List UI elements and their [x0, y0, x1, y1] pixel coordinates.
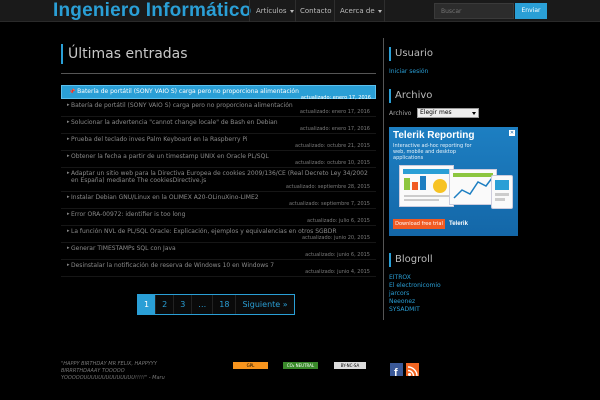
top-navbar: Ingeniero Informático Artículos Contacto…	[0, 0, 600, 22]
rss-icon[interactable]	[406, 363, 419, 377]
sidebar-blogroll-title: Blogroll	[389, 253, 433, 267]
post-date: actualizado: enero 17, 2016	[299, 126, 370, 132]
list-item[interactable]: Adaptar un sitio web para la Directiva E…	[61, 168, 376, 192]
nav-articulos-label: Artículos	[256, 7, 287, 15]
nav-acerca-de-label: Acerca de	[340, 7, 375, 15]
download-trial-button[interactable]: Download free trial	[393, 219, 445, 229]
ad-headline: Telerik Reporting	[393, 130, 475, 141]
chart-thumbnail-icon	[453, 173, 493, 199]
latest-posts-title: Últimas entradas	[61, 44, 188, 64]
next-page-button[interactable]: Siguiente »	[236, 295, 294, 314]
page-3-button[interactable]: 3	[174, 295, 193, 314]
chevron-down-icon	[289, 9, 294, 13]
list-item[interactable]: Solucionar la advertencia "cannot change…	[61, 117, 376, 134]
featured-post[interactable]: 📌 Batería de portátil (SONY VAIO S) carg…	[61, 85, 376, 101]
list-item[interactable]: Batería de portátil (SONY VAIO S) carga …	[61, 100, 376, 117]
site-brand[interactable]: Ingeniero Informático	[53, 0, 251, 22]
list-item[interactable]: Instalar Debian GNU/Linux en la OLIMEX A…	[61, 192, 376, 209]
nav-acerca-de[interactable]: Acerca de	[340, 0, 382, 22]
chart-thumbnail-icon	[403, 169, 450, 201]
archive-select-value: Elegir mes	[420, 109, 452, 116]
chevron-down-icon	[377, 9, 382, 13]
divider	[61, 73, 376, 74]
facebook-icon[interactable]: f	[390, 363, 403, 379]
sidebar-divider	[383, 38, 384, 320]
footer-quote: "HAPPY BIRTHDAY MR FELIX, HAPPYYY BIRRRT…	[61, 361, 165, 381]
pagination: 1 2 3 … 18 Siguiente »	[137, 294, 295, 315]
list-item[interactable]: Error ORA-00972: identifier is too long …	[61, 209, 376, 226]
nav-divider	[334, 0, 335, 22]
list-item[interactable]: Desinstalar la notificación de reserva d…	[61, 260, 376, 277]
post-date: actualizado: junio 6, 2015	[305, 252, 370, 258]
page-1-button[interactable]: 1	[138, 295, 157, 314]
post-date: actualizado: octubre 21, 2015	[295, 143, 370, 149]
list-item[interactable]: Obtener la fecha a partir de un timestam…	[61, 151, 376, 168]
ad-product-screenshot	[449, 169, 497, 205]
post-title[interactable]: La función NVL de PL/SQL Oracle: Explica…	[61, 226, 376, 235]
blogroll-link[interactable]: SYSADMIT	[389, 306, 420, 313]
ad-product-screenshot	[399, 165, 454, 207]
nav-articulos[interactable]: Artículos	[256, 0, 294, 22]
post-title[interactable]: Generar TIMESTAMPs SQL con Java	[61, 243, 376, 252]
post-title[interactable]: Desinstalar la notificación de reserva d…	[61, 260, 376, 269]
login-link[interactable]: Iniciar sesión	[389, 68, 428, 75]
page-18-button[interactable]: 18	[213, 295, 237, 314]
post-title[interactable]: Instalar Debian GNU/Linux en la OLIMEX A…	[61, 192, 376, 201]
search-submit-button[interactable]: Enviar	[515, 3, 547, 19]
post-title[interactable]: Solucionar la advertencia "cannot change…	[61, 117, 376, 126]
pin-icon: 📌	[69, 89, 76, 95]
sidebar-archivo-title: Archivo	[389, 89, 432, 103]
nav-divider	[384, 0, 385, 22]
license-badge[interactable]: GPL	[233, 362, 268, 369]
post-date: actualizado: septiembre 28, 2015	[285, 184, 370, 190]
post-date: actualizado: octubre 10, 2015	[295, 160, 370, 166]
post-title[interactable]: Batería de portátil (SONY VAIO S) carga …	[61, 100, 376, 109]
telerik-ad-banner[interactable]: Telerik Reporting ✕ Interactive ad-hoc r…	[389, 127, 518, 236]
search-input[interactable]	[434, 3, 514, 19]
creative-commons-badge[interactable]: BY-NC-SA	[334, 362, 366, 369]
blogroll-link[interactable]: El electronicomio	[389, 282, 441, 289]
post-title[interactable]: Error ORA-00972: identifier is too long	[61, 209, 376, 218]
post-title[interactable]: Adaptar un sitio web para la Directiva E…	[61, 168, 376, 184]
ad-product-screenshot	[491, 175, 513, 209]
post-date: actualizado: junio 4, 2015	[305, 269, 370, 275]
nav-contacto[interactable]: Contacto	[300, 0, 332, 22]
blogroll-link[interactable]: jarcors	[389, 290, 409, 297]
post-title[interactable]: Obtener la fecha a partir de un timestam…	[61, 151, 376, 160]
post-date: actualizado: septiembre 7, 2015	[288, 201, 370, 207]
telerik-logo: Telerik	[449, 221, 468, 227]
archive-month-select[interactable]: Elegir mes	[417, 108, 479, 118]
list-item[interactable]: Generar TIMESTAMPs SQL con Java actualiz…	[61, 243, 376, 260]
post-list: Batería de portátil (SONY VAIO S) carga …	[61, 100, 376, 277]
page-2-button[interactable]: 2	[156, 295, 175, 314]
page-ellipsis: …	[192, 295, 214, 314]
post-title[interactable]: Prueba del teclado inves Palm Keyboard e…	[61, 134, 376, 143]
archive-label: Archivo	[389, 110, 412, 117]
featured-post-title: Batería de portátil (SONY VAIO S) carga …	[77, 88, 299, 95]
sidebar-usuario-title: Usuario	[389, 47, 433, 61]
list-item[interactable]: La función NVL de PL/SQL Oracle: Explica…	[61, 226, 376, 243]
ad-subtext: Interactive ad-hoc reporting for web, mo…	[393, 143, 472, 161]
blogroll-link[interactable]: Neeonez	[389, 298, 415, 305]
co2-neutral-badge[interactable]: CO₂ NEUTRAL	[283, 362, 318, 369]
nav-divider	[295, 0, 296, 22]
post-date: actualizado: julio 6, 2015	[306, 218, 370, 224]
chart-thumbnail-icon	[495, 180, 509, 201]
svg-text:f: f	[394, 367, 398, 378]
list-item[interactable]: Prueba del teclado inves Palm Keyboard e…	[61, 134, 376, 151]
nav-divider	[249, 0, 250, 22]
blogroll-link[interactable]: EITROX	[389, 274, 411, 281]
post-date: actualizado: enero 17, 2016	[299, 109, 370, 115]
post-date: actualizado: junio 20, 2015	[301, 235, 370, 241]
chevron-down-icon	[472, 112, 476, 115]
close-icon[interactable]: ✕	[509, 130, 515, 136]
